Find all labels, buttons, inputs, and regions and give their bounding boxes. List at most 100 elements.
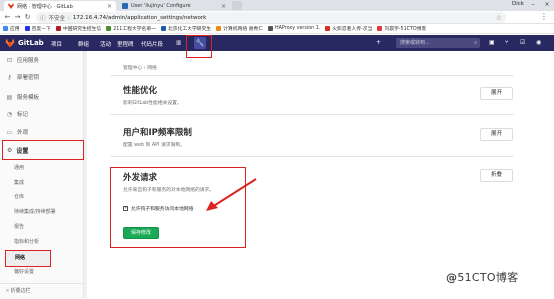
- allow-local-requests-checkbox[interactable]: ✓: [123, 206, 128, 211]
- close-window-icon[interactable]: ×: [540, 0, 554, 10]
- divider: [110, 156, 514, 157]
- bookmark-favicon-icon: [3, 26, 8, 31]
- sidebar-sub-repository[interactable]: 仓库: [14, 193, 24, 200]
- browser-tab-bar: 网络 · 管理中心 · GitLab × User 'liujinyu' Con…: [0, 0, 554, 11]
- sidebar-item-applications[interactable]: ⊡ 应用服务: [0, 51, 84, 69]
- page-favicon-icon: [122, 3, 128, 9]
- bookmark-star-icon[interactable]: ☆: [496, 14, 502, 22]
- nav-projects[interactable]: 项目: [51, 40, 62, 48]
- nav-groups[interactable]: 群组: [78, 40, 89, 48]
- sidebar-sub-integrations[interactable]: 集成: [14, 179, 24, 186]
- bookmark-label: 刘晨宇-51CTO博客: [384, 27, 427, 32]
- nav-activity[interactable]: 活动: [100, 40, 111, 48]
- bookmarks-bar: 应用 百度一下 中国研究生招生信 211工程大学名单一 北京化工大学研究生 计算机网络 谢…: [0, 24, 554, 34]
- expand-rate-limits-button[interactable]: 展开: [480, 128, 513, 141]
- reload-icon[interactable]: ↻: [23, 13, 32, 22]
- tab-title: 网络 · 管理中心 · GitLab: [17, 3, 73, 10]
- bookmark-item[interactable]: 中国研究生招生信: [55, 25, 101, 32]
- bookmark-favicon-icon: [55, 26, 61, 31]
- sidebar-sub-reporting[interactable]: 报告: [14, 223, 24, 230]
- bookmark-item[interactable]: HAProxy version 1.: [268, 26, 320, 31]
- breadcrumb-admin[interactable]: 管理中心: [123, 66, 142, 71]
- bookmark-item[interactable]: 211工程大学名单一: [106, 25, 156, 32]
- gitlab-favicon-icon: [8, 3, 14, 9]
- tab-title: User 'liujinyu' Configure: [131, 3, 191, 9]
- not-secure-icon: ⓘ: [40, 15, 46, 22]
- bookmark-label: 北京化工大学研究生: [167, 27, 212, 32]
- plus-icon[interactable]: +: [376, 39, 381, 46]
- sidebar-item-label: 外观: [17, 130, 29, 136]
- sidebar-item-label: 应用服务: [17, 58, 40, 64]
- section-title-performance: 性能优化: [123, 86, 158, 96]
- issues-icon[interactable]: ▣: [489, 39, 495, 46]
- sidebar-item-service-templates[interactable]: ▤ 服务模板: [0, 88, 84, 106]
- search-input[interactable]: 搜索或转到... ⌕: [396, 38, 480, 48]
- collapse-sidebar-button[interactable]: « 折叠边栏: [0, 283, 84, 298]
- url-input[interactable]: ⓘ 不安全 | 172.16.4.74/admin/application_se…: [36, 12, 506, 23]
- forward-icon[interactable]: →: [13, 13, 22, 22]
- highlight-admin-area: [186, 35, 212, 58]
- watermark: @51CTO博客: [446, 271, 519, 284]
- sidebar-sub-network[interactable]: 网络: [5, 250, 51, 267]
- divider: [110, 114, 514, 115]
- not-secure-label: 不安全: [48, 15, 66, 22]
- section-desc-performance: 影响GitLab性能相关设置。: [123, 101, 182, 106]
- browser-tab-user-config[interactable]: User 'liujinyu' Configure ×: [118, 1, 230, 11]
- breadcrumb: 管理中心 › 网络: [123, 66, 157, 71]
- gear-icon: ⚙: [7, 146, 13, 154]
- collapse-outbound-button[interactable]: 折叠: [480, 169, 513, 182]
- sidebar-item-settings[interactable]: ⚙ 设置: [2, 140, 84, 160]
- bookmark-item[interactable]: 计算机网络 谢希仁: [216, 25, 263, 32]
- sidebar-item-appearance[interactable]: ▭ 外观: [0, 123, 84, 141]
- new-tab-button[interactable]: [232, 1, 242, 10]
- sidebar-scrollbar[interactable]: [84, 51, 87, 298]
- bookmark-favicon-icon: [216, 26, 222, 31]
- close-tab-icon[interactable]: ×: [221, 3, 226, 10]
- sidebar-item-labels[interactable]: ◔ 标记: [0, 105, 84, 123]
- allow-local-requests-label[interactable]: 允许钩子和服务访问本地网络: [131, 205, 193, 212]
- sidebar-sub-ci-cd[interactable]: 持续集成/持续部署: [14, 208, 56, 215]
- todo-icon[interactable]: ☑: [520, 39, 525, 46]
- bookmark-item[interactable]: 刘晨宇-51CTO博客: [377, 25, 426, 32]
- close-tab-icon[interactable]: ×: [107, 3, 112, 10]
- bookmark-item[interactable]: 北京化工大学研究生: [160, 25, 212, 32]
- breadcrumb-network[interactable]: 网络: [147, 66, 157, 71]
- avatar[interactable]: ◉: [536, 39, 541, 46]
- bookmark-item[interactable]: 应用: [3, 25, 20, 32]
- bookmark-favicon-icon: [106, 26, 112, 31]
- sidebar-sub-metrics[interactable]: 指标和分析: [14, 238, 39, 245]
- nav-snippets[interactable]: 代码片段: [141, 40, 163, 48]
- merge-request-icon[interactable]: ⑂: [505, 39, 509, 46]
- search-placeholder: 搜索或转到...: [400, 40, 430, 46]
- bookmark-label: 应用: [10, 27, 20, 32]
- collapse-sidebar-label: 折叠边栏: [10, 288, 31, 294]
- sidebar-sub-general[interactable]: 通用: [14, 164, 24, 171]
- browser-tab-gitlab[interactable]: 网络 · 管理中心 · GitLab ×: [4, 1, 116, 11]
- gitlab-logo-icon[interactable]: [5, 38, 15, 48]
- bookmark-favicon-icon: [377, 26, 383, 31]
- expand-performance-button[interactable]: 展开: [480, 87, 513, 100]
- profile-name[interactable]: Dick: [512, 1, 524, 7]
- admin-sidebar: ⊡ 应用服务 ⚷ 部署密钥 ▤ 服务模板 ◔ 标记 ▭ 外观 ⚙ 设置 通用 集…: [0, 51, 84, 298]
- template-icon: ▤: [6, 93, 13, 101]
- bookmark-item[interactable]: 火影忍者人传-次当: [325, 25, 372, 32]
- bookmark-favicon-icon: [24, 26, 30, 31]
- sidebar-sub-preferences[interactable]: 偏好设置: [14, 268, 34, 275]
- bookmark-item[interactable]: 百度一下: [24, 25, 51, 32]
- nav-milestones[interactable]: 里程碑: [117, 40, 134, 48]
- browser-menu-icon[interactable]: ⋮: [540, 12, 548, 21]
- bookmark-label: HAProxy version 1.: [275, 26, 321, 31]
- appearance-icon: ▭: [6, 128, 13, 136]
- divider: [110, 75, 514, 76]
- chart-icon[interactable]: ▥: [176, 40, 181, 46]
- minimize-icon[interactable]: –: [526, 0, 540, 10]
- sidebar-item-deploy-keys[interactable]: ⚷ 部署密钥: [0, 68, 84, 86]
- label-icon: ◔: [6, 110, 13, 118]
- section-title-rate-limits: 用户和IP频率限制: [123, 128, 192, 138]
- save-changes-button[interactable]: 保存修改: [123, 227, 159, 239]
- back-icon[interactable]: ←: [3, 13, 12, 22]
- chevron-double-left-icon: «: [6, 288, 10, 294]
- search-icon: ⌕: [474, 40, 477, 46]
- gitlab-brand[interactable]: GitLab: [18, 39, 44, 47]
- gitlab-header: GitLab 项目 群组 活动 里程碑 代码片段 ▥ 🔧 + 搜索或转到... …: [0, 35, 554, 51]
